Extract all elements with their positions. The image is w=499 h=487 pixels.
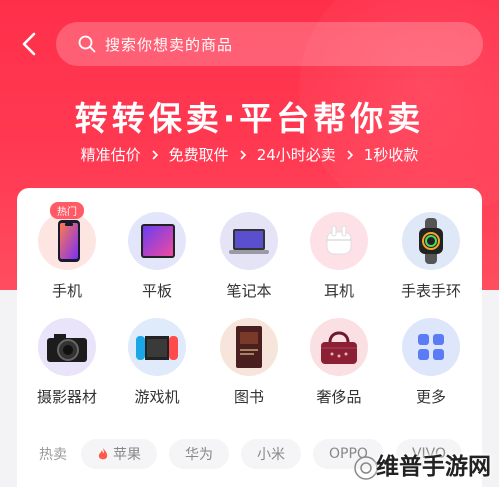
feature-list: 精准估价 免费取件 24小时必卖 1秒收款 [0,144,499,165]
category-card: 热门 手机 平板 笔记本 耳机 手表手环 摄影器材 游戏机 图书 奢侈品 更多 … [17,188,482,487]
category-label: 图书 [233,388,264,406]
back-button[interactable] [18,30,42,58]
watermark: 维普手游网 [376,454,491,480]
tablet-icon [128,212,186,270]
hot-badge: 热门 [50,202,84,219]
chevron-left-icon [22,32,36,56]
book-icon [220,318,278,376]
category-watch[interactable]: 手表手环 [389,212,473,301]
chip-label: 华为 [185,447,213,463]
handbag-icon [310,318,368,376]
chevron-right-icon [240,149,246,160]
category-camera[interactable]: 摄影器材 [25,318,109,407]
game-console-icon [128,318,186,376]
category-tablet[interactable]: 平板 [115,212,199,301]
chip-label: 小米 [257,447,285,463]
earphones-icon [310,212,368,270]
category-game-console[interactable]: 游戏机 [115,318,199,407]
category-laptop[interactable]: 笔记本 [207,212,291,301]
category-label: 摄影器材 [36,388,97,406]
laptop-icon [220,212,278,270]
search-placeholder: 搜索你想卖的商品 [105,35,234,54]
chevron-right-icon [152,149,158,160]
category-label: 笔记本 [226,282,272,300]
feature-item: 精准估价 [80,146,141,164]
category-label: 手表手环 [400,282,461,300]
feature-item: 24小时必卖 [256,146,336,164]
hot-sell-title: 热卖 [39,447,67,463]
category-label: 平板 [141,282,172,300]
more-grid-icon [402,318,460,376]
feature-item: 免费取件 [168,146,229,164]
search-bar[interactable]: 搜索你想卖的商品 [56,22,483,66]
category-book[interactable]: 图书 [207,318,291,407]
watch-icon [402,212,460,270]
chip-xiaomi[interactable]: 小米 [241,439,301,469]
category-luxury[interactable]: 奢侈品 [297,318,381,407]
category-more[interactable]: 更多 [389,318,473,407]
category-earphones[interactable]: 耳机 [297,212,381,301]
category-label: 更多 [415,388,446,406]
chip-label: 苹果 [113,447,141,463]
chevron-right-icon [347,149,353,160]
category-label: 奢侈品 [316,388,362,406]
phone-icon: 热门 [38,202,96,270]
chip-apple[interactable]: 苹果 [81,439,157,469]
chip-huawei[interactable]: 华为 [169,439,229,469]
category-phone[interactable]: 热门 手机 [25,202,109,301]
feature-item: 1秒收款 [363,146,419,164]
camera-icon [38,318,96,376]
flame-icon [98,448,108,460]
headline: 转转保卖·平台帮你卖 [74,99,425,138]
category-label: 游戏机 [134,388,180,406]
category-label: 耳机 [323,282,354,300]
search-icon [78,35,96,53]
category-label: 手机 [51,282,82,300]
